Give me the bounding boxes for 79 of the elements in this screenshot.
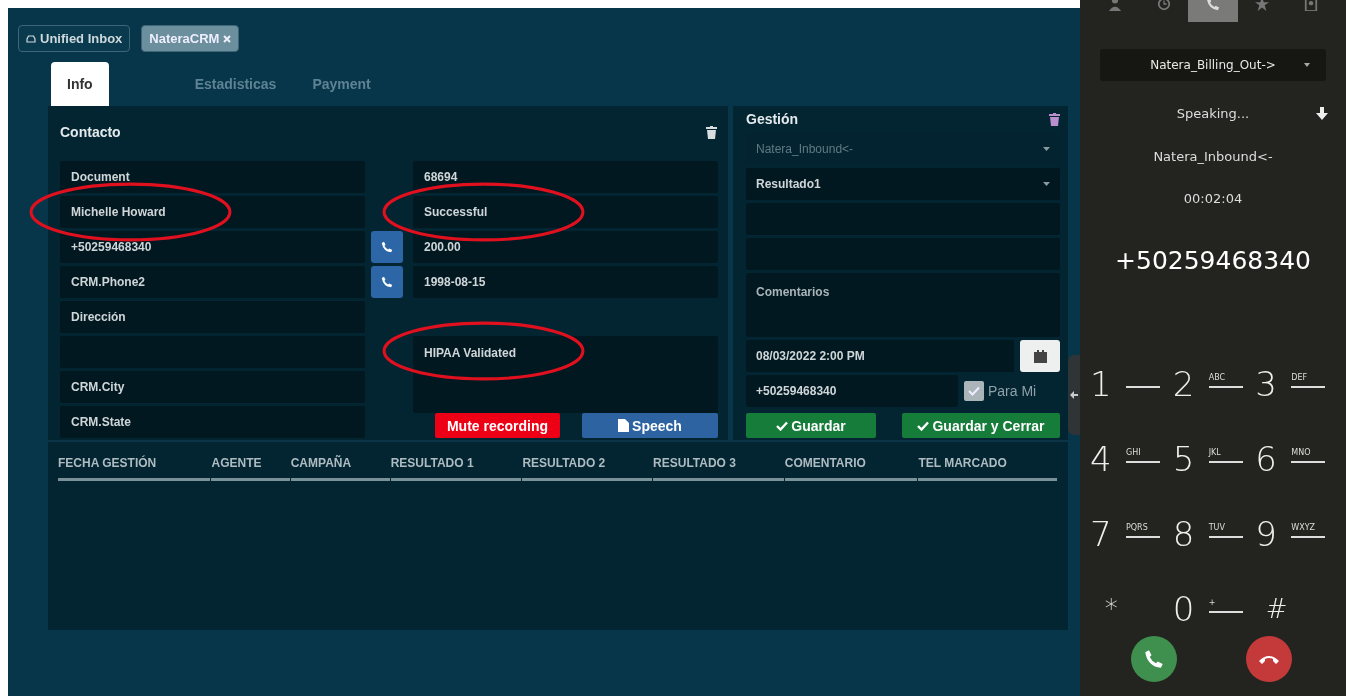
check-icon xyxy=(968,386,980,396)
collapse-handle[interactable] xyxy=(1068,355,1080,435)
left-arrow-icon xyxy=(1070,391,1078,399)
check-icon xyxy=(917,420,930,431)
input-field[interactable]: Successful xyxy=(413,196,718,228)
close-icon[interactable] xyxy=(223,34,232,43)
clock-icon xyxy=(1156,0,1171,11)
caret-icon xyxy=(1043,147,1050,151)
hang-up-button[interactable] xyxy=(1245,636,1292,682)
tab[interactable]: Info xyxy=(51,62,109,106)
column-header[interactable]: AGENTE xyxy=(211,456,290,481)
dial-key[interactable]: 8 TUV xyxy=(1172,509,1256,559)
input-field[interactable]: 68694 xyxy=(413,161,718,193)
phone-field[interactable]: +50259468340 xyxy=(746,375,958,407)
trash-icon[interactable] xyxy=(706,125,717,139)
dial-key[interactable]: 4 GHI xyxy=(1090,434,1173,484)
inbox-icon xyxy=(26,34,36,43)
input-field[interactable]: CRM.Phone2 xyxy=(60,266,365,298)
input-field[interactable]: CRM.City xyxy=(60,371,365,403)
dial-key[interactable]: # xyxy=(1255,584,1338,634)
dial-key[interactable]: 9 WXYZ xyxy=(1255,509,1338,559)
campaign-select[interactable]: Natera_Billing_Out-> xyxy=(1100,49,1326,81)
trash-icon[interactable] xyxy=(1049,112,1060,126)
phone-icon xyxy=(1206,0,1220,11)
person-icon xyxy=(1107,0,1122,11)
check-icon xyxy=(776,420,789,431)
panel-title: Contacto xyxy=(60,124,121,140)
panel-title: Gestión xyxy=(746,111,799,127)
mute-button[interactable]: Mute recording xyxy=(435,413,560,438)
phone-icon xyxy=(381,276,393,288)
call-status: Speaking... xyxy=(1176,106,1250,121)
queue-name: Natera_Inbound<- xyxy=(1153,149,1273,164)
save-button[interactable]: Guardar y Cerrar xyxy=(902,413,1060,438)
tab[interactable]: Unified Inbox xyxy=(18,25,131,52)
column-header[interactable]: COMENTARIO xyxy=(784,456,918,481)
phone-icon xyxy=(1143,649,1164,669)
dial-key[interactable]: 7 PQRS xyxy=(1090,509,1173,559)
input-field[interactable]: Dirección xyxy=(60,301,365,333)
document-icon xyxy=(618,419,630,432)
column-header[interactable]: RESULTADO 1 xyxy=(390,456,522,481)
caret-icon xyxy=(1043,182,1050,186)
column-header[interactable]: RESULTADO 3 xyxy=(653,456,784,481)
hang-up-icon xyxy=(1257,653,1280,665)
save-button[interactable]: Guardar xyxy=(746,413,876,438)
calendar-button[interactable] xyxy=(1020,340,1060,372)
call-button[interactable] xyxy=(371,266,403,298)
input-field[interactable]: Michelle Howard xyxy=(60,196,365,228)
text-area[interactable]: HIPAA Validated xyxy=(413,336,718,413)
dial-key[interactable]: 3 DEF xyxy=(1255,359,1338,409)
dial-key[interactable]: 2 ABC xyxy=(1172,359,1256,409)
down-arrow-icon[interactable] xyxy=(1316,107,1328,120)
input-field[interactable]: CRM.State xyxy=(60,406,365,438)
dial-key[interactable]: * xyxy=(1090,584,1173,634)
caret-icon xyxy=(1304,63,1310,67)
input-field[interactable]: +50259468340 xyxy=(60,231,365,263)
select-field[interactable]: Resultado1 xyxy=(746,168,1060,200)
column-header[interactable]: TEL MARCADO xyxy=(918,456,1057,481)
input-field[interactable]: 1998-08-15 xyxy=(413,266,718,298)
dial-key[interactable]: 1 xyxy=(1090,359,1173,409)
phone-number: +50259468340 xyxy=(1115,246,1311,275)
column-header[interactable]: RESULTADO 2 xyxy=(522,456,653,481)
column-header[interactable]: CAMPAÑA xyxy=(290,456,390,481)
calendar-icon xyxy=(1033,349,1047,363)
input-field[interactable]: 200.00 xyxy=(413,231,718,263)
star-icon xyxy=(1255,0,1270,11)
para-mi-checkbox[interactable]: Para Mi xyxy=(964,381,1037,401)
call-timer: 00:02:04 xyxy=(1183,191,1243,206)
dial-key[interactable]: 5 JKL xyxy=(1172,434,1256,484)
contact-card-icon xyxy=(1304,0,1319,11)
dial-key[interactable]: 6 MNO xyxy=(1255,434,1338,484)
dial-key[interactable]: 0 + xyxy=(1172,584,1256,634)
input-field[interactable]: Document xyxy=(60,161,365,193)
speech-button[interactable]: Speech xyxy=(582,413,718,438)
phone-icon xyxy=(381,241,393,253)
text-area[interactable]: Comentarios xyxy=(746,273,1060,337)
answer-button[interactable] xyxy=(1130,636,1177,682)
call-button[interactable] xyxy=(371,231,403,263)
column-header[interactable]: FECHA GESTIÓN xyxy=(58,456,211,481)
date-field[interactable]: 08/03/2022 2:00 PM xyxy=(746,340,1014,372)
